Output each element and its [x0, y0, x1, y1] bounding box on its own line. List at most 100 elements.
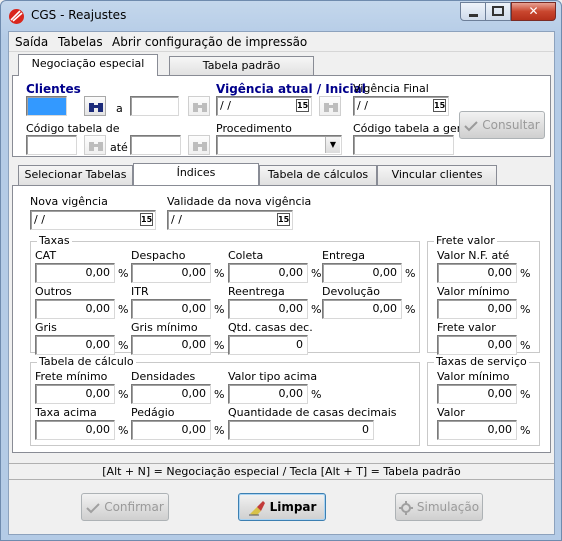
- cliente-inicial-input[interactable]: [26, 96, 67, 116]
- tab-vincular-clientes[interactable]: Vincular clientes: [377, 165, 497, 185]
- entrega-input[interactable]: 0,00: [322, 263, 402, 283]
- close-button[interactable]: ✕: [511, 2, 556, 21]
- taxa-acima-pct: %: [118, 424, 129, 437]
- gris-input[interactable]: 0,00: [35, 335, 115, 355]
- procedimento-label: Procedimento: [216, 122, 292, 135]
- calendar-icon[interactable]: 15: [433, 99, 446, 112]
- pedagio-label: Pedágio: [131, 406, 175, 419]
- frete-minimo-input[interactable]: 0,00: [35, 384, 115, 404]
- frete-minimo-pct: %: [118, 388, 129, 401]
- simulacao-button[interactable]: Simulação: [395, 493, 483, 521]
- buscar-cliente-inicial-button[interactable]: [84, 96, 106, 116]
- consultar-button[interactable]: Consultar: [459, 111, 545, 139]
- tab-selecionar-tabelas[interactable]: Selecionar Tabelas: [18, 165, 133, 185]
- tab-negociacao-especial[interactable]: Negociação especial: [18, 54, 158, 76]
- taxa-acima-input[interactable]: 0,00: [35, 420, 115, 440]
- calendar-icon[interactable]: 15: [140, 213, 153, 226]
- window-title: CGS - Reajustes: [31, 8, 127, 22]
- ts-valor-minimo-input[interactable]: 0,00: [437, 384, 517, 404]
- valor-tipo-acima-label: Valor tipo acima: [228, 370, 318, 383]
- devolucao-input[interactable]: 0,00: [322, 299, 402, 319]
- buscar-tabela-ate-button[interactable]: [188, 135, 210, 155]
- tab-tabela-padrao[interactable]: Tabela padrão: [169, 56, 314, 76]
- pedagio-input[interactable]: 0,00: [131, 420, 211, 440]
- pedagio-pct: %: [214, 424, 225, 437]
- menu-saida[interactable]: Saída: [15, 35, 48, 49]
- ts-valor-label: Valor: [437, 406, 465, 419]
- qtd-casas-dec-input[interactable]: 0: [228, 335, 308, 355]
- vigencia-atual-value: / /: [220, 99, 231, 112]
- checkmark-icon: [464, 120, 478, 131]
- buscar-tabela-de-button[interactable]: [84, 135, 106, 155]
- tab-indices[interactable]: Índices: [133, 163, 259, 185]
- vigencia-final-label: Vigência Final: [353, 82, 429, 95]
- frete-valor-input[interactable]: 0,00: [437, 335, 517, 355]
- taxa-acima-label: Taxa acima: [35, 406, 97, 419]
- menu-abrir-config-impressao[interactable]: Abrir configuração de impressão: [112, 35, 307, 49]
- validade-label: Validade da nova vigência: [167, 195, 312, 208]
- frete-valor-group-title: Frete valor: [434, 234, 497, 247]
- valor-nf-ate-input[interactable]: 0,00: [437, 263, 517, 283]
- densidades-input[interactable]: 0,00: [131, 384, 211, 404]
- calendar-icon[interactable]: 15: [296, 99, 309, 112]
- taxas-group: Taxas CAT 0,00 % Despacho 0,00 % Coleta …: [30, 234, 420, 355]
- codigo-tabela-ate-input[interactable]: [130, 135, 181, 155]
- binoculars-icon: [324, 103, 338, 112]
- cat-pct: %: [118, 267, 129, 280]
- title-bar[interactable]: CGS - Reajustes ✕: [1, 1, 561, 31]
- itr-input[interactable]: 0,00: [131, 299, 211, 319]
- clientes-label: Clientes: [26, 82, 81, 96]
- a-label: a: [116, 102, 123, 115]
- vigencia-atual-input[interactable]: / / 15: [216, 96, 312, 116]
- valor-tipo-acima-pct: %: [311, 388, 322, 401]
- menu-tabelas[interactable]: Tabelas: [58, 35, 103, 49]
- qtd-casas-dec-label: Qtd. casas dec.: [228, 321, 313, 334]
- valor-tipo-acima-input[interactable]: 0,00: [228, 384, 308, 404]
- calendar-icon[interactable]: 15: [277, 213, 290, 226]
- confirmar-button[interactable]: Confirmar: [81, 493, 169, 521]
- main-window: CGS - Reajustes ✕ Saída Tabelas Abrir co…: [0, 0, 562, 541]
- nova-vigencia-input[interactable]: / / 15: [30, 210, 156, 230]
- fv-valor-minimo-input[interactable]: 0,00: [437, 299, 517, 319]
- valor-nf-ate-pct: %: [520, 267, 531, 280]
- outros-input[interactable]: 0,00: [35, 299, 115, 319]
- densidades-label: Densidades: [131, 370, 196, 383]
- codigo-tabela-de-input[interactable]: [26, 135, 77, 155]
- outros-pct: %: [118, 303, 129, 316]
- ts-valor-pct: %: [520, 424, 531, 437]
- procedimento-select[interactable]: ▼: [216, 135, 342, 155]
- despacho-label: Despacho: [131, 249, 186, 262]
- tabela-calculo-group-title: Tabela de cálculo: [37, 355, 136, 368]
- coleta-input[interactable]: 0,00: [228, 263, 308, 283]
- tab-tabela-de-calculos[interactable]: Tabela de cálculos: [259, 165, 377, 185]
- maximize-icon: [492, 6, 504, 16]
- nova-vigencia-label: Nova vigência: [30, 195, 108, 208]
- consultar-label: Consultar: [482, 118, 540, 132]
- binoculars-icon: [89, 142, 103, 151]
- fv-valor-minimo-label: Valor mínimo: [437, 285, 510, 298]
- valor-nf-ate-label: Valor N.F. até: [437, 249, 510, 262]
- limpar-button[interactable]: Limpar: [238, 493, 326, 521]
- codigo-tabela-de-label: Código tabela de: [26, 122, 120, 135]
- confirmar-label: Confirmar: [104, 500, 164, 514]
- cliente-final-input[interactable]: [130, 96, 179, 116]
- codigo-tabela-gerar-input[interactable]: [353, 135, 454, 155]
- ts-valor-input[interactable]: 0,00: [437, 420, 517, 440]
- despacho-input[interactable]: 0,00: [131, 263, 211, 283]
- buscar-vigencia-button[interactable]: [319, 96, 341, 116]
- minimize-button[interactable]: [460, 2, 486, 21]
- maximize-button[interactable]: [486, 2, 511, 21]
- qtd-casas-decimais-label: Quantidade de casas decimais: [228, 406, 397, 419]
- vigencia-final-input[interactable]: / / 15: [353, 96, 449, 116]
- cat-input[interactable]: 0,00: [35, 263, 115, 283]
- reentrega-input[interactable]: 0,00: [228, 299, 308, 319]
- itr-pct: %: [214, 303, 225, 316]
- validade-input[interactable]: / / 15: [167, 210, 293, 230]
- simulacao-label: Simulação: [416, 500, 480, 514]
- qtd-casas-decimais-input[interactable]: 0: [228, 420, 374, 440]
- binoculars-icon: [193, 103, 207, 112]
- buscar-cliente-final-button[interactable]: [188, 96, 210, 116]
- gris-minimo-input[interactable]: 0,00: [131, 335, 211, 355]
- gear-icon: [398, 500, 413, 515]
- codigo-tabela-gerar-label: Código tabela a gerar: [353, 122, 473, 135]
